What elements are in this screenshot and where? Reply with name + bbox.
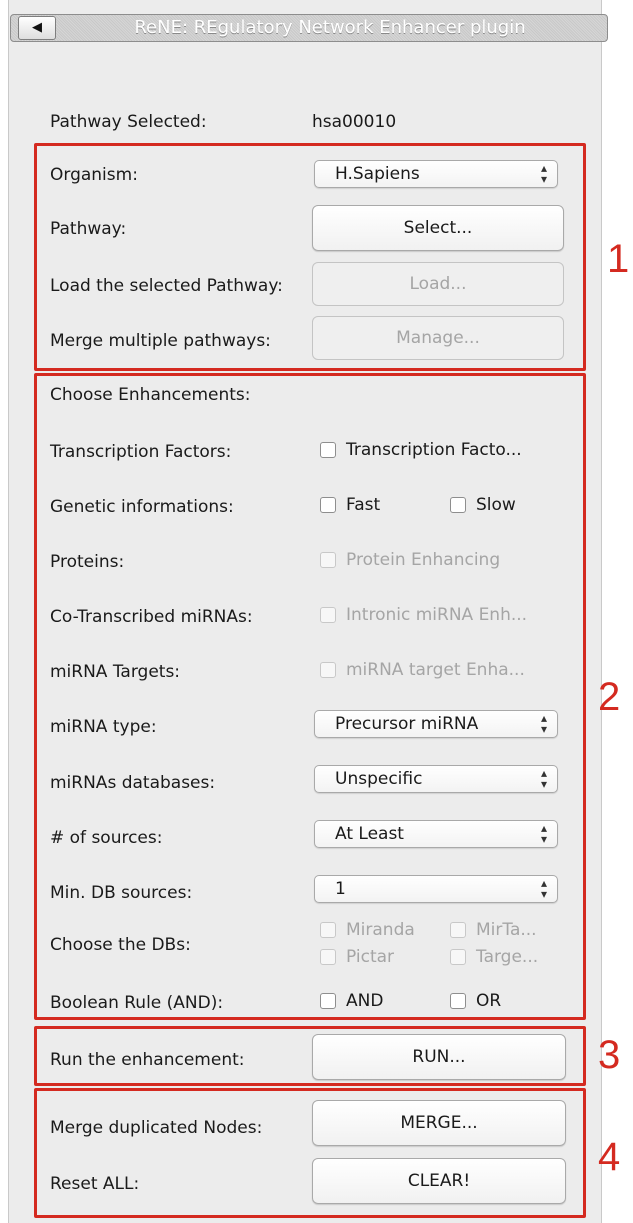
collapse-icon[interactable]: ◀ [18, 16, 56, 40]
annotation-number-4: 4 [598, 1135, 621, 1179]
annotation-number-3: 3 [598, 1033, 621, 1077]
annotation-box-4 [34, 1088, 586, 1218]
annotation-box-3 [34, 1026, 586, 1086]
annotation-box-1 [34, 143, 586, 371]
annotation-number-1: 1 [607, 237, 630, 281]
panel-title: ReNE: REgulatory Network Enhancer plugin [134, 17, 526, 38]
annotation-number-2: 2 [598, 675, 621, 719]
annotation-box-2 [34, 373, 586, 1020]
pathway-selected-value: hsa00010 [312, 112, 397, 132]
pathway-selected-label: Pathway Selected: [50, 112, 207, 132]
